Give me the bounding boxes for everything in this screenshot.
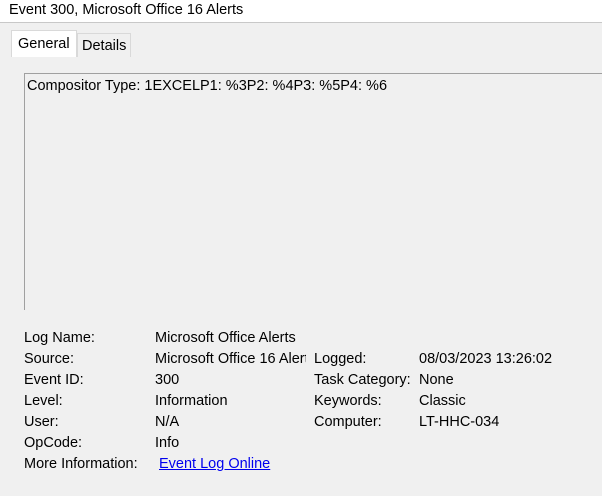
task-category-label: Task Category: [314,372,411,388]
level-value[interactable]: Information [155,392,228,410]
opcode-label: OpCode: [24,435,83,451]
tab-general[interactable]: General [11,30,77,57]
keywords-label: Keywords: [314,393,382,409]
event-id-value[interactable]: 300 [155,371,179,389]
computer-value[interactable]: LT-HHC-034 [419,413,499,431]
source-label: Source: [24,351,74,367]
source-value[interactable]: Microsoft Office 16 Alerts [155,350,306,368]
logged-label: Logged: [314,351,367,367]
level-label: Level: [24,393,63,409]
tab-details[interactable]: Details [77,33,132,57]
task-category-value[interactable]: None [419,371,454,389]
computer-label: Computer: [314,414,382,430]
log-name-value[interactable]: Microsoft Office Alerts [155,329,296,347]
window-title: Event 300, Microsoft Office 16 Alerts [9,2,244,18]
event-description-box[interactable]: Compositor Type: 1EXCELP1: %3P2: %4P3: %… [24,73,602,310]
log-name-label: Log Name: [24,330,95,346]
more-information-label: More Information: [24,456,138,472]
logged-value[interactable]: 08/03/2023 13:26:02 [419,350,552,368]
event-id-label: Event ID: [24,372,84,388]
event-description-text: Compositor Type: 1EXCELP1: %3P2: %4P3: %… [27,78,388,94]
user-label: User: [24,414,59,430]
user-value[interactable]: N/A [155,413,179,431]
keywords-value[interactable]: Classic [419,392,466,410]
window-title-bar: Event 300, Microsoft Office 16 Alerts [0,0,602,23]
event-log-online-link[interactable]: Event Log Online [159,455,270,473]
opcode-value[interactable]: Info [155,434,179,452]
